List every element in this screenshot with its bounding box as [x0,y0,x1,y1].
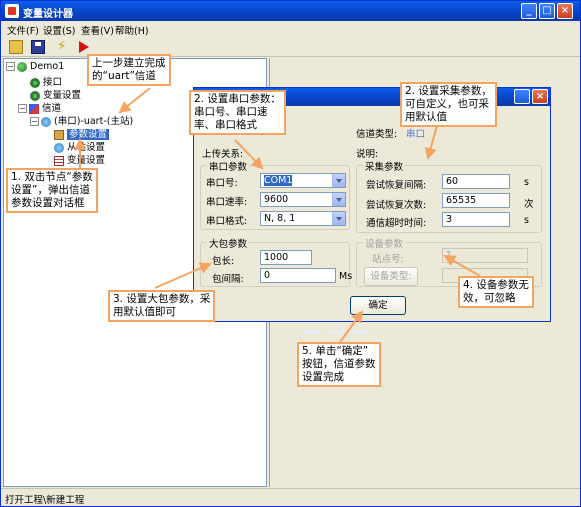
collapse-icon[interactable]: − [18,104,27,113]
port-select[interactable]: COM1 [260,173,346,188]
callout-step3: 3. 设置大包参数，采 用默认值即可 [108,290,216,322]
tree-item-root[interactable]: − Demo1 [6,61,64,74]
callout-uart-channel: 上一步建立完成 的“uart”信道 [87,54,171,86]
close-button[interactable]: × [557,3,573,19]
callout-step2-serial: 2. 设置串口参数： 串口号、串口速 率、串口格式 [189,90,286,135]
format-select[interactable]: N, 8, 1 [260,211,346,226]
format-value: N, 8, 1 [264,213,296,224]
callout-step1: 1. 双击节点“参数 设置”，弹出信道 参数设置对话框 [6,168,98,213]
retry-count-input[interactable]: 65535 [442,193,510,208]
station-label: 站点号: [372,254,404,265]
serial-group-title: 串口参数 [207,159,250,173]
timeout-label: 通信超时时间: [366,218,427,229]
tree-item-channel[interactable]: − 信道 [18,100,61,114]
baud-label: 串口速率: [206,197,248,208]
menu-bar: 文件(F) 设置(S) 查看(V) 帮助(H) [1,21,580,37]
channel-type-value: 串口 [406,129,426,140]
tree-item-param-settings[interactable]: 参数设置 [54,126,110,140]
retry-interval-label: 尝试恢复间隔: [366,180,427,191]
window-title: 变量设计器 [23,9,73,20]
variables-icon [30,90,40,101]
pkg-gap-label: 包间隔: [212,274,244,285]
pkg-len-label: 包长: [212,256,235,267]
station-input[interactable]: 1 [442,248,528,263]
collect-group-title: 采集参数 [363,159,406,173]
settings-icon [54,129,64,140]
title-bar: 变量设计器 _ □ × [1,1,580,21]
device-type-button[interactable]: 设备类型: [364,267,418,286]
device-group-title: 设备参数 [363,236,406,250]
port-label: 串口号: [206,178,238,189]
collapse-icon[interactable]: − [6,62,15,71]
callout-step2-collect: 2. 设置采集参数， 可自定义，也可采 用默认值 [400,82,497,127]
menu-file[interactable]: 文件(F) [7,23,39,37]
slave-icon [54,142,64,153]
tree-item-var-settings[interactable]: 变量设置 [54,152,105,166]
pkg-len-input[interactable]: 1000 [260,250,312,265]
baud-select[interactable]: 9600 [260,192,346,207]
retry-count-label: 尝试恢复次数: [366,200,427,211]
open-folder-icon[interactable] [9,40,23,54]
interface-icon [30,77,40,88]
retry-interval-input[interactable]: 60 [442,174,510,189]
timeout-unit: s [524,215,529,226]
port-value: COM1 [264,175,293,186]
retry-interval-unit: s [524,177,529,188]
dialog-minimize-button[interactable] [514,89,530,104]
callout-step4: 4. 设备参数无 效，可忽略 [458,276,534,308]
app-icon [5,4,19,18]
bigpkg-group-title: 大包参数 [207,236,250,250]
minimize-button[interactable]: _ [521,3,537,19]
project-icon [17,61,27,72]
chevron-down-icon[interactable] [332,174,345,187]
chevron-down-icon[interactable] [332,212,345,225]
table-icon [54,155,64,166]
chevron-down-icon[interactable] [332,193,345,206]
menu-view[interactable]: 查看(V) [81,23,114,37]
format-label: 串口格式: [206,216,248,227]
channel-type-label: 信道类型: [356,129,398,140]
callout-step5: 5. 单击“确定” 按钮，信道参数 设置完成 [297,342,381,387]
build-icon[interactable]: ⚡ [57,40,71,54]
menu-help[interactable]: 帮助(H) [115,23,149,37]
status-text: 打开工程\新建工程 [5,495,85,506]
upload-label: 上传关系: [202,149,244,160]
status-bar: 打开工程\新建工程 [1,488,580,506]
run-icon[interactable] [79,41,89,53]
description-label: 说明: [356,149,379,160]
serial-node-icon [41,116,51,127]
save-icon[interactable] [31,40,45,54]
channel-icon [29,103,39,114]
pkg-gap-input[interactable]: 0 [260,268,336,283]
timeout-input[interactable]: 3 [442,212,510,227]
baud-value: 9600 [264,194,289,205]
tree-item-vars[interactable]: 变量设置 [30,87,81,101]
maximize-button[interactable]: □ [539,3,555,19]
tree-item-slave[interactable]: 从站设置 [54,139,105,153]
ok-button[interactable]: 确定 [350,296,406,315]
collapse-icon[interactable]: − [30,117,39,126]
tree-item-interface[interactable]: 接口 [30,74,62,88]
dialog-close-button[interactable]: × [532,89,548,104]
retry-count-unit: 次 [524,199,534,210]
menu-settings[interactable]: 设置(S) [43,23,75,37]
pkg-gap-unit: Ms [339,271,353,282]
tree-item-uart[interactable]: − (串口)-uart-(主站) [30,113,133,127]
